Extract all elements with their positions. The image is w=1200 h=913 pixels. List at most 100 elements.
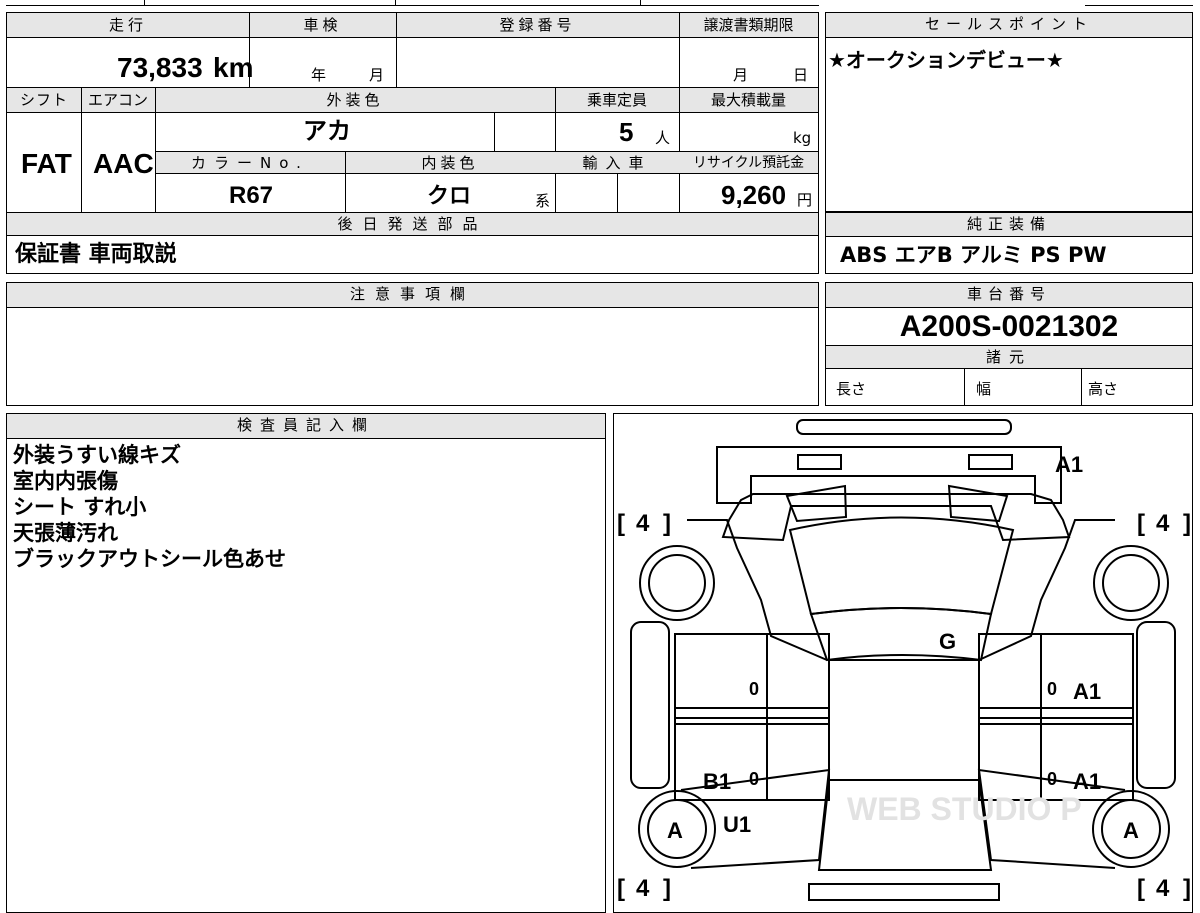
damage-code-left-rear-quarter: U1 <box>723 812 751 837</box>
aircon-value: AAC <box>93 148 154 179</box>
right-headlamp <box>947 484 1009 523</box>
door-mark: 0 <box>1047 679 1057 699</box>
inspector-label: 検査員記入欄 <box>7 414 605 439</box>
shift-value: FAT <box>21 148 72 179</box>
sales-point-box: セールスポイント ★オークションデビュー★ <box>825 12 1193 212</box>
sales-point-text: ★オークションデビュー★ <box>828 48 1064 72</box>
specs-label: 諸元 <box>985 348 1032 366</box>
inspection-month-unit: 月 <box>369 66 385 84</box>
divider <box>1081 369 1082 405</box>
divider <box>617 174 618 212</box>
divider <box>345 152 346 212</box>
shift-label: シフト <box>19 91 68 109</box>
bracket-open: [ <box>617 875 625 901</box>
tread-depth-rl: 4 <box>636 875 650 901</box>
mileage-value: 73,833 <box>117 52 203 83</box>
bracket-open: [ <box>1137 510 1145 537</box>
notes-box: 注意事項欄 <box>6 282 819 406</box>
interior-color-unit: 系 <box>535 192 551 210</box>
bracket-open: [ <box>617 510 625 537</box>
tread-depth-rr: 4 <box>1156 875 1170 901</box>
door-mark: 0 <box>1047 769 1057 789</box>
left-rocker-panel <box>630 621 670 789</box>
inspector-note: 天張薄汚れ <box>13 521 118 545</box>
later-parts-value: 保証書 車両取説 <box>15 242 177 267</box>
inspector-notes-list: 外装うすい線キズ 室内内張傷 シート すれ小 天張薄汚れ ブラックアウトシール色… <box>13 442 286 572</box>
windshield-outline <box>788 516 1015 616</box>
door-mark: 0 <box>749 769 759 789</box>
bracket-open: [ <box>1137 875 1145 901</box>
inspection-label: 車検 <box>303 16 342 34</box>
mileage-unit: km <box>213 52 254 83</box>
headlight-left <box>797 454 842 470</box>
genuine-equipment-label: 純正装備 <box>826 213 1192 237</box>
sales-point-label: セールスポイント <box>826 13 1192 38</box>
inspector-note: 室内内張傷 <box>13 469 118 493</box>
front-bumper-outline <box>796 419 1012 435</box>
genuine-equipment-box: 純正装備 ABS エアB アルミ PS PW <box>825 212 1193 274</box>
bracket-close: ] <box>663 510 671 537</box>
capacity-label: 乗車定員 <box>586 91 647 109</box>
roof-outline <box>828 659 980 781</box>
interior-color-value: クロ <box>427 183 472 208</box>
inspector-note: ブラックアウトシール色あせ <box>13 547 286 571</box>
bracket-close: ] <box>1183 875 1191 901</box>
divider <box>81 88 82 212</box>
deadline-day-unit: 日 <box>793 66 809 84</box>
inspector-box: 検査員記入欄 外装うすい線キズ 室内内張傷 シート すれ小 天張薄汚れ ブラック… <box>6 413 606 913</box>
damage-code-front: A1 <box>1055 452 1083 477</box>
interior-color-label: 内装色 <box>421 154 479 172</box>
right-front-wheel-inner <box>1102 554 1160 612</box>
damage-code-right-rear-wheel: A <box>1123 818 1139 843</box>
exterior-color-label: 外装色 <box>326 91 384 109</box>
divider <box>964 369 965 405</box>
rear-bumper-outline <box>808 883 1000 901</box>
car-diagram: [ 4 ] [ 4 ] [ 4 ] [ 4 ] A1 G A1 A1 B1 U1… <box>617 419 1191 901</box>
recycle-value: 9,260 <box>721 180 787 210</box>
specs-length-label: 長さ <box>836 380 867 398</box>
divider <box>396 13 397 87</box>
import-label: 輸入車 <box>582 154 652 172</box>
transfer-deadline-label: 譲渡書類期限 <box>703 16 794 34</box>
inspection-year-unit: 年 <box>311 66 327 84</box>
damage-code-right-front-door: A1 <box>1073 679 1101 704</box>
damage-code-windshield: G <box>939 629 956 654</box>
chassis-value: A200S-0021302 <box>899 310 1119 343</box>
genuine-equipment-value: ABS エアB アルミ PS PW <box>840 243 1107 267</box>
top-strip-line <box>1085 5 1193 6</box>
condition-diagram-box: [ 4 ] [ 4 ] [ 4 ] [ 4 ] A1 G A1 A1 B1 U1… <box>613 413 1193 913</box>
left-front-door <box>674 633 830 719</box>
headlight-right <box>968 454 1013 470</box>
left-front-wheel-inner <box>648 554 706 612</box>
capacity-value: 5 <box>619 117 634 147</box>
inspector-note: シート すれ小 <box>13 495 147 519</box>
notes-label: 注意事項欄 <box>7 283 818 308</box>
left-front-wheel <box>639 545 715 621</box>
specs-width-label: 幅 <box>976 380 992 398</box>
damage-code-left-rear-wheel: A <box>667 818 683 843</box>
divider <box>155 88 156 212</box>
registration-label: 登録番号 <box>499 16 576 34</box>
color-no-label: カラーNo. <box>191 154 309 172</box>
bracket-close: ] <box>1183 510 1191 537</box>
mileage-label: 走行 <box>108 16 147 34</box>
chassis-label: 車台番号 <box>826 283 1192 308</box>
tread-depth-fr: 4 <box>1156 510 1170 537</box>
color-no-value: R67 <box>229 182 274 209</box>
right-front-wheel <box>1093 545 1169 621</box>
aircon-label: エアコン <box>87 91 148 109</box>
vehicle-spec-grid: 走行 車検 登録番号 譲渡書類期限 73,833 km 年 月 月 日 シフト … <box>6 12 819 274</box>
door-mark: 0 <box>749 679 759 699</box>
max-load-label: 最大積載量 <box>710 91 786 109</box>
divider <box>679 88 680 212</box>
tread-depth-fl: 4 <box>636 510 650 537</box>
top-strip-divider <box>144 0 145 5</box>
exterior-color-value: アカ <box>303 118 351 145</box>
recycle-unit: 円 <box>797 191 813 209</box>
bracket-close: ] <box>663 875 671 901</box>
divider <box>679 13 680 87</box>
recycle-label: リサイクル預託金 <box>692 155 805 171</box>
top-strip-line <box>6 5 819 6</box>
specs-height-label: 高さ <box>1088 380 1119 398</box>
left-headlamp <box>785 484 848 523</box>
